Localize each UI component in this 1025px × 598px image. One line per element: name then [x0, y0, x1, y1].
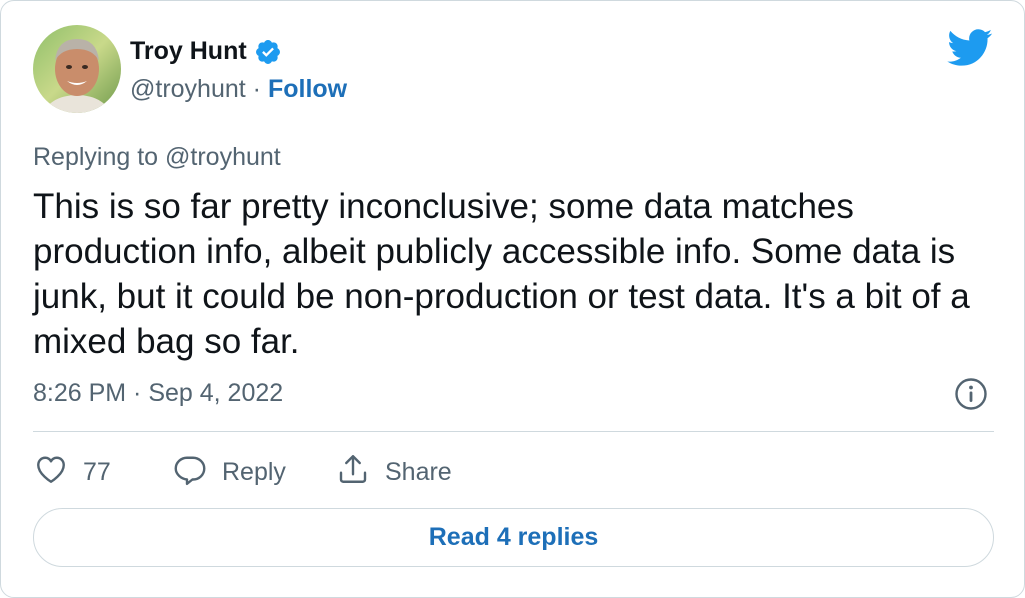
author-name-text[interactable]: Troy Hunt — [130, 37, 247, 66]
info-icon[interactable] — [954, 377, 988, 411]
like-count: 77 — [83, 457, 111, 486]
tweet-text: This is so far pretty inconclusive; some… — [33, 187, 970, 361]
share-label: Share — [385, 457, 452, 486]
tweet-timestamp[interactable]: 8:26 PM · Sep 4, 2022 — [33, 379, 283, 408]
like-button[interactable]: 77 — [33, 449, 111, 495]
share-upload-icon — [335, 451, 371, 494]
reply-label: Reply — [222, 457, 286, 486]
verified-badge-icon — [254, 38, 282, 66]
follow-link[interactable]: Follow — [268, 75, 347, 103]
reply-button[interactable]: Reply — [172, 449, 286, 495]
twitter-bird-icon[interactable] — [947, 29, 993, 67]
avatar[interactable] — [33, 25, 121, 113]
tweet-card: Troy Hunt @troyhunt · Follow Replying to… — [0, 0, 1025, 598]
handle-line: @troyhunt · Follow — [130, 75, 347, 104]
reply-bubble-icon — [172, 451, 208, 494]
author-name[interactable]: Troy Hunt — [130, 37, 282, 66]
divider — [33, 431, 994, 432]
heart-icon — [33, 451, 69, 494]
read-replies-button[interactable]: Read 4 replies — [33, 508, 994, 567]
author-handle[interactable]: @troyhunt — [130, 75, 246, 103]
replying-to: Replying to @troyhunt — [33, 143, 281, 171]
handle-separator: · — [252, 75, 261, 103]
share-button[interactable]: Share — [335, 449, 452, 495]
